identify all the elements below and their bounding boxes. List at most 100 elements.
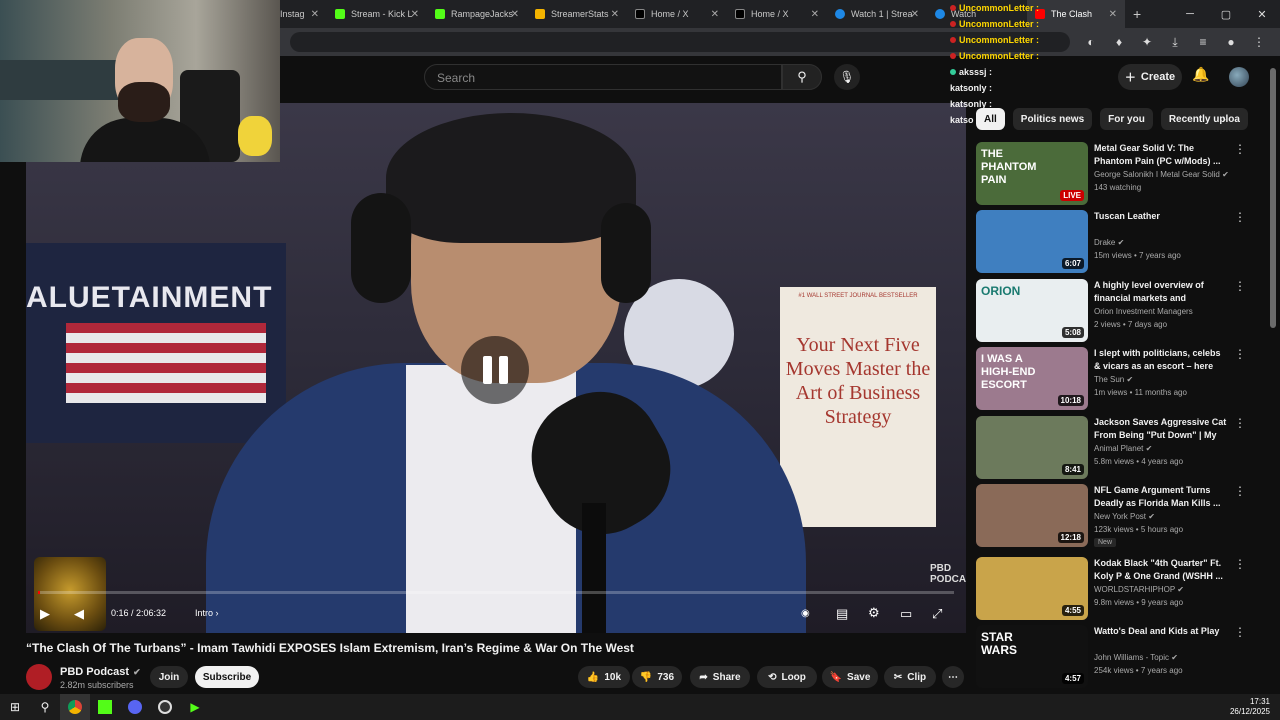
notifications-bell-icon[interactable]: 🔔 (1192, 66, 1209, 83)
video-thumbnail[interactable]: 6:07 (976, 210, 1088, 273)
search-button[interactable]: ⚲ (782, 64, 822, 90)
more-vertical-icon[interactable]: ⋮ (1234, 625, 1246, 639)
tab-close-icon[interactable]: ✕ (711, 9, 719, 20)
video-thumbnail[interactable]: 8:41 (976, 416, 1088, 479)
recommended-channel[interactable]: The Sun ✔ (1094, 375, 1133, 384)
more-actions-button[interactable]: ⋯ (942, 666, 964, 688)
clip-button[interactable]: ✂ Clip (884, 666, 936, 688)
autoplay-toggle-icon[interactable]: ◉ (801, 608, 810, 619)
video-thumbnail[interactable]: THE PHANTOM PAIN LIVE (976, 142, 1088, 205)
share-button[interactable]: ➦ Share (690, 666, 750, 688)
fullscreen-icon[interactable]: ⤢ (932, 606, 942, 622)
more-vertical-icon[interactable]: ⋮ (1234, 347, 1246, 361)
tab-close-icon[interactable]: ✕ (811, 9, 819, 20)
join-button[interactable]: Join (150, 666, 188, 688)
download-icon[interactable]: ⤓ (1168, 35, 1182, 50)
recommended-channel[interactable]: WORLDSTARHIPHOP ✔ (1094, 585, 1184, 594)
recommended-video-title[interactable]: Watto's Deal and Kids at Play (1094, 625, 1228, 638)
progress-bar[interactable] (38, 591, 954, 594)
recommended-video[interactable]: 12:18 NFL Game Argument Turns Deadly as F… (976, 484, 1246, 548)
discord-icon[interactable] (120, 694, 150, 720)
obs-icon[interactable] (150, 694, 180, 720)
tab-close-icon[interactable]: ✕ (311, 9, 319, 20)
recommended-channel[interactable]: New York Post ✔ (1094, 512, 1155, 521)
new-tab-button[interactable]: + (1125, 0, 1155, 28)
extension-icon[interactable]: ◐ (1084, 35, 1098, 49)
tab-close-icon[interactable]: ✕ (511, 9, 519, 20)
media-icon[interactable]: ≡ (1196, 35, 1210, 49)
tab-close-icon[interactable]: ✕ (611, 9, 619, 20)
theater-mode-icon[interactable]: ▭ (900, 606, 912, 622)
video-thumbnail[interactable]: I WAS A HIGH-END ESCORT 10:18 (976, 347, 1088, 410)
recommended-video-title[interactable]: Tuscan Leather (1094, 210, 1228, 223)
browser-tab[interactable]: Home / X ✕ (727, 0, 827, 28)
video-thumbnail[interactable]: 12:18 (976, 484, 1088, 547)
video-player[interactable]: ALUETAINMENT #1 WALL STREET JOURNAL BEST… (26, 103, 966, 633)
channel-name[interactable]: PBD Podcast ✔ (60, 666, 141, 678)
recommended-video[interactable]: 6:07 Tuscan Leather Drake ✔ 15m views • 7 y… (976, 210, 1246, 274)
recommended-video[interactable]: 8:41 Jackson Saves Aggressive Cat From Be… (976, 416, 1246, 480)
search-icon[interactable]: ⚲ (30, 694, 60, 720)
volume-icon[interactable]: ◀ (74, 606, 84, 622)
play-icon[interactable]: ▶ (40, 606, 50, 622)
window-close-icon[interactable]: ✕ (1244, 8, 1280, 21)
tab-close-icon[interactable]: ✕ (1109, 9, 1117, 20)
recommended-video-title[interactable]: A highly level overview of financial mar… (1094, 279, 1228, 305)
recommended-video-title[interactable]: NFL Game Argument Turns Deadly as Florid… (1094, 484, 1228, 510)
chip-for-you[interactable]: For you (1100, 108, 1153, 130)
recommended-video-title[interactable]: Kodak Black "4th Quarter" Ft. Koly P & O… (1094, 557, 1228, 583)
profile-icon[interactable]: ● (1224, 35, 1238, 49)
recommended-channel[interactable]: Animal Planet ✔ (1094, 444, 1152, 453)
recommended-video[interactable]: ORION 5:08 A highly level overview of fina… (976, 279, 1246, 343)
create-button[interactable]: ＋ Create (1118, 64, 1182, 90)
like-button[interactable]: 👍 10k (578, 666, 630, 688)
video-thumbnail[interactable]: 4:55 (976, 557, 1088, 620)
browser-tab[interactable]: Instag ✕ (272, 0, 327, 28)
chip-recently-uploaded[interactable]: Recently uploa (1160, 108, 1248, 130)
recommended-channel[interactable]: Drake ✔ (1094, 238, 1124, 247)
chip-all[interactable]: All (976, 108, 1005, 130)
maximize-icon[interactable]: ▢ (1208, 8, 1244, 21)
recommended-channel[interactable]: John Williams - Topic ✔ (1094, 653, 1178, 662)
video-thumbnail[interactable]: STAR WARS 4:57 (976, 625, 1088, 688)
recommended-video[interactable]: STAR WARS 4:57 Watto's Deal and Kids at Pl… (976, 625, 1246, 689)
puzzle-icon[interactable]: ✦ (1140, 35, 1154, 49)
recommended-video[interactable]: THE PHANTOM PAIN LIVE Metal Gear Solid V: … (976, 142, 1246, 206)
more-vertical-icon[interactable]: ⋮ (1234, 142, 1246, 156)
save-button[interactable]: 🔖 Save (822, 666, 878, 688)
windows-start-icon[interactable]: ⊞ (0, 694, 30, 720)
video-thumbnail[interactable]: ORION 5:08 (976, 279, 1088, 342)
dislike-button[interactable]: 👎 736 (632, 666, 682, 688)
kick-app-icon[interactable] (90, 694, 120, 720)
pause-overlay-button[interactable] (461, 336, 529, 404)
chevron-right-icon[interactable]: › (1222, 112, 1226, 126)
browser-tab[interactable]: Watch 1 | Strea ✕ (827, 0, 927, 28)
chrome-icon[interactable] (60, 694, 90, 720)
streamer-app-icon[interactable]: ▶ (180, 694, 210, 720)
more-vertical-icon[interactable]: ⋮ (1234, 416, 1246, 430)
more-vertical-icon[interactable]: ⋮ (1234, 484, 1246, 498)
menu-icon[interactable]: ⋮ (1252, 35, 1266, 49)
voice-search-button[interactable]: 🎙 (834, 64, 860, 90)
tab-close-icon[interactable]: ✕ (911, 9, 919, 20)
recommended-video[interactable]: I WAS A HIGH-END ESCORT 10:18 I slept with… (976, 347, 1246, 411)
browser-tab[interactable]: Home / X ✕ (627, 0, 727, 28)
search-input[interactable]: Search (424, 64, 782, 90)
recommended-channel[interactable]: George Salonikh I Metal Gear Solid ✔ (1094, 170, 1229, 179)
settings-gear-icon[interactable]: ⚙ (868, 605, 880, 621)
scrollbar[interactable] (1270, 68, 1276, 328)
chapter-button[interactable]: Intro › (195, 608, 219, 618)
browser-tab[interactable]: Stream - Kick L ✕ (327, 0, 427, 28)
recommended-video-title[interactable]: I slept with politicians, celebs & vicar… (1094, 347, 1228, 373)
chip-politics-news[interactable]: Politics news (1012, 108, 1093, 130)
more-vertical-icon[interactable]: ⋮ (1234, 557, 1246, 571)
recommended-video[interactable]: 4:55 Kodak Black "4th Quarter" Ft. Koly P… (976, 557, 1246, 621)
tab-close-icon[interactable]: ✕ (411, 9, 419, 20)
browser-tab[interactable]: StreamerStats ✕ (527, 0, 627, 28)
recommended-video-title[interactable]: Metal Gear Solid V: The Phantom Pain (PC… (1094, 142, 1228, 168)
more-vertical-icon[interactable]: ⋮ (1234, 210, 1246, 224)
more-vertical-icon[interactable]: ⋮ (1234, 279, 1246, 293)
recommended-video-title[interactable]: Jackson Saves Aggressive Cat From Being … (1094, 416, 1228, 442)
account-avatar[interactable] (1229, 67, 1249, 87)
loop-button[interactable]: ⟲ Loop (757, 666, 817, 688)
